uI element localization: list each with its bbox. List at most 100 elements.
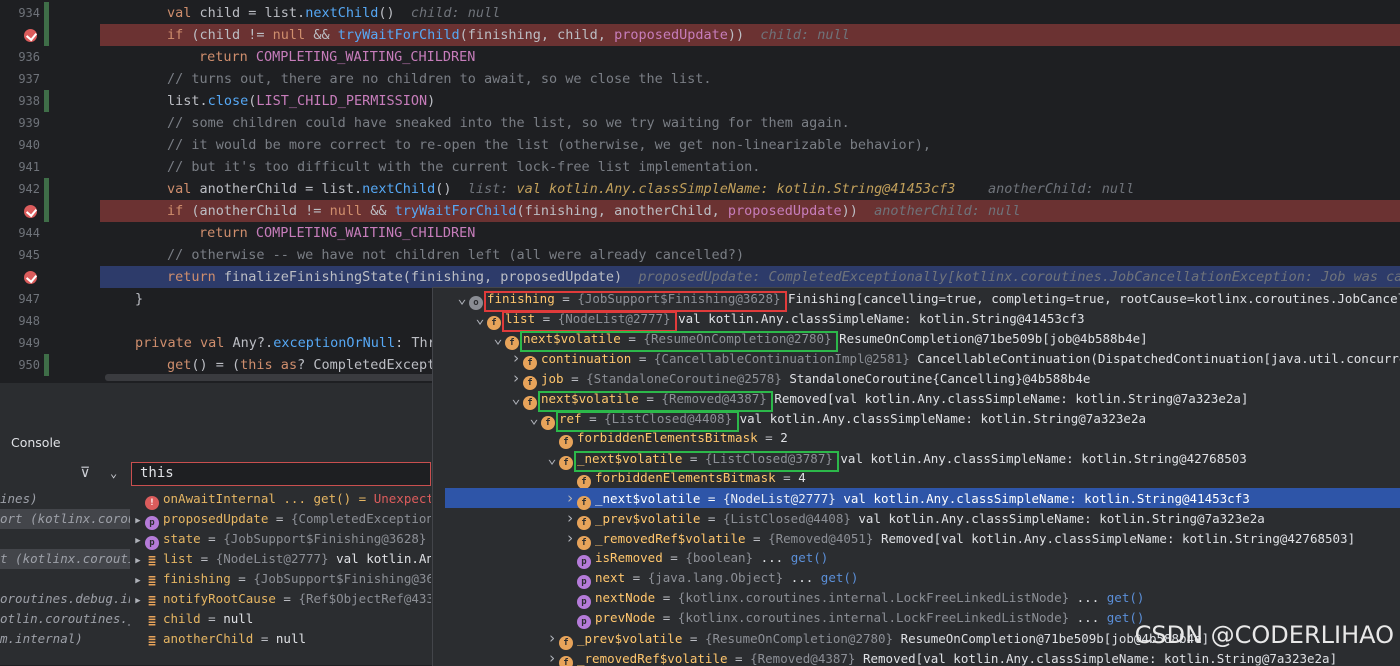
chevron-right-icon[interactable]: › xyxy=(545,648,559,666)
variable-row[interactable]: ▶ p state = {JobSupport$Finishing@3628} F xyxy=(131,529,431,551)
code-text[interactable]: get() = (this as? CompletedExcept xyxy=(167,357,435,373)
code-line[interactable]: 945 // otherwise -- we have not children … xyxy=(0,244,1400,266)
tab-console[interactable]: Console xyxy=(11,435,61,450)
tree-node[interactable]: › f _next$volatile = {NodeList@2777} val k… xyxy=(445,488,1400,510)
code-line[interactable]: 944 return COMPLETING_WAITING_CHILDREN xyxy=(0,222,1400,244)
chevron-down-icon[interactable]: ⌄ xyxy=(545,448,559,468)
code-text[interactable]: return COMPLETING_WAITING_CHILDREN xyxy=(199,225,475,241)
tree-node[interactable]: p isRemoved = {boolean} ... get() xyxy=(563,548,829,569)
chevron-down-icon[interactable]: ⌄ xyxy=(473,308,487,328)
line-number[interactable]: 950 xyxy=(0,358,40,372)
variable-row[interactable]: ≣ child = null xyxy=(131,609,431,629)
chevron-right-icon[interactable]: › xyxy=(563,528,577,548)
line-number[interactable]: 942 xyxy=(0,182,40,196)
stack-frame[interactable]: m.internal) xyxy=(0,629,130,649)
code-text[interactable]: // but it's too difficult with the curre… xyxy=(167,159,760,175)
tree-node[interactable]: › f _removedRef$volatile = {Removed@4387} … xyxy=(545,648,1337,666)
chevron-down-icon[interactable]: ⌄ xyxy=(527,408,541,428)
tree-node[interactable]: › f continuation = {CancellableContinuatio… xyxy=(509,348,1400,370)
line-number[interactable]: 936 xyxy=(0,50,40,64)
code-line[interactable]: 939 // some children could have sneaked i… xyxy=(0,112,1400,134)
line-number[interactable]: 944 xyxy=(0,226,40,240)
chevron-right-icon[interactable]: › xyxy=(563,508,577,528)
line-number[interactable]: 934 xyxy=(0,6,40,20)
breakpoint-icon[interactable] xyxy=(24,271,37,284)
chevron-down-icon[interactable]: ⌄ xyxy=(491,328,505,348)
stack-frame[interactable]: ines) xyxy=(0,489,130,509)
code-line[interactable]: if (anotherChild != null && tryWaitForCh… xyxy=(0,200,1400,222)
chevron-right-icon[interactable]: › xyxy=(509,368,523,388)
evaluate-expression-input[interactable]: this xyxy=(131,462,431,486)
code-line[interactable]: 938 list.close(LIST_CHILD_PERMISSION) xyxy=(0,90,1400,112)
variable-row[interactable]: ▶ p proposedUpdate = {CompletedExceptiona xyxy=(131,509,431,531)
tree-node[interactable]: ⌄ f _next$volatile = {ListClosed@3787} val… xyxy=(545,448,1247,470)
variable-row[interactable]: ▶ ≣ list = {NodeList@2777} val kotlin.Any xyxy=(131,549,431,569)
code-text[interactable]: return finalizeFinishingState(finishing,… xyxy=(167,269,1400,285)
vcs-change-marker[interactable] xyxy=(44,354,49,376)
vcs-change-marker[interactable] xyxy=(44,90,49,112)
expand-arrow-icon[interactable]: ▶ xyxy=(131,551,145,571)
tree-node[interactable]: › f job = {StandaloneCoroutine@2578} Stand… xyxy=(509,368,1090,390)
tree-node[interactable]: f forbiddenElementsBitmask = 4 xyxy=(563,468,806,489)
tree-node[interactable]: f forbiddenElementsBitmask = 2 xyxy=(545,428,788,449)
variable-inspection-popup[interactable]: ⌄ o finishing = {JobSupport$Finishing@3628… xyxy=(432,287,1400,666)
tree-node[interactable]: › f _prev$volatile = {ListClosed@4408} val… xyxy=(563,508,1265,530)
code-line[interactable]: 942 val anotherChild = list.nextChild() l… xyxy=(0,178,1400,200)
chevron-right-icon[interactable]: › xyxy=(545,628,559,648)
horizontal-scrollbar[interactable] xyxy=(105,374,435,381)
stack-frame[interactable] xyxy=(0,529,130,549)
code-text[interactable]: return COMPLETING_WAITING_CHILDREN xyxy=(199,49,475,65)
chevron-right-icon[interactable]: › xyxy=(563,488,577,508)
expand-arrow-icon[interactable]: ▶ xyxy=(131,591,145,611)
code-line[interactable]: 936 return COMPLETING_WAITING_CHILDREN xyxy=(0,46,1400,68)
stack-frame[interactable]: t (kotlinx.corouti xyxy=(0,549,130,569)
line-number[interactable]: 947 xyxy=(0,292,40,306)
line-number[interactable]: 945 xyxy=(0,248,40,262)
line-number[interactable]: 940 xyxy=(0,138,40,152)
code-text[interactable]: if (anotherChild != null && tryWaitForCh… xyxy=(167,203,1020,219)
tree-node[interactable]: p prevNode = {kotlinx.coroutines.internal… xyxy=(563,608,1144,629)
stack-frame[interactable] xyxy=(0,569,130,589)
frames-list[interactable]: ines) ort (kotlinx.corou t (kotlinx.corout… xyxy=(0,489,130,665)
vcs-change-marker[interactable] xyxy=(44,178,49,200)
code-line[interactable]: 941 // but it's too difficult with the cu… xyxy=(0,156,1400,178)
tree-node[interactable]: p nextNode = {kotlinx.coroutines.internal… xyxy=(563,588,1145,609)
code-line[interactable]: 934 val child = list.nextChild() child: n… xyxy=(0,2,1400,24)
getter-link[interactable]: get() xyxy=(1107,590,1145,605)
variable-row[interactable]: ≣ anotherChild = null xyxy=(131,629,431,649)
getter-link[interactable]: get() xyxy=(791,550,829,565)
tree-node[interactable]: › f _removedRef$volatile = {Removed@4051} … xyxy=(563,528,1355,550)
code-text[interactable]: val child = list.nextChild() child: null xyxy=(167,5,500,21)
tree-node[interactable]: ⌄ o finishing = {JobSupport$Finishing@3628… xyxy=(455,288,1400,310)
expand-arrow-icon[interactable]: ▶ xyxy=(131,531,145,551)
getter-link[interactable]: get() xyxy=(821,570,859,585)
chevron-down-icon[interactable]: ⌄ xyxy=(509,388,523,408)
variable-row[interactable]: ▶ ≣ finishing = {JobSupport$Finishing@362 xyxy=(131,569,431,589)
variable-row[interactable]: ! onAwaitInternal ... get() = Unexpecte xyxy=(131,489,431,510)
stack-frame[interactable]: otlin.coroutines.jv xyxy=(0,609,130,629)
chevron-right-icon[interactable]: › xyxy=(509,348,523,368)
line-number[interactable]: 941 xyxy=(0,160,40,174)
line-number[interactable]: 937 xyxy=(0,72,40,86)
expand-arrow-icon[interactable]: ▶ xyxy=(131,571,145,591)
line-number[interactable]: 949 xyxy=(0,336,40,350)
line-number[interactable]: 939 xyxy=(0,116,40,130)
code-line[interactable]: return finalizeFinishingState(finishing,… xyxy=(0,266,1400,288)
code-text[interactable]: list.close(LIST_CHILD_PERMISSION) xyxy=(167,93,435,109)
tree-node[interactable]: ⌄ f next$volatile = {Removed@4387} Removed… xyxy=(509,388,1248,410)
line-number[interactable]: 938 xyxy=(0,94,40,108)
code-text[interactable]: if (child != null && tryWaitForChild(fin… xyxy=(167,27,850,43)
tree-node[interactable]: › f _prev$volatile = {ResumeOnCompletion@2… xyxy=(545,628,1209,650)
code-text[interactable]: // otherwise -- we have not children lef… xyxy=(167,247,744,263)
vcs-change-marker[interactable] xyxy=(44,200,49,222)
filter-icon[interactable]: ⊽ xyxy=(80,466,94,480)
vcs-change-marker[interactable] xyxy=(44,24,49,46)
breakpoint-icon[interactable] xyxy=(24,29,37,42)
code-text[interactable]: // it would be more correct to re-open t… xyxy=(167,137,931,153)
code-line[interactable]: if (child != null && tryWaitForChild(fin… xyxy=(0,24,1400,46)
breakpoint-icon[interactable] xyxy=(24,205,37,218)
code-line[interactable]: 937 // turns out, there are no children t… xyxy=(0,68,1400,90)
stack-frame[interactable]: oroutines.debug.int xyxy=(0,589,130,609)
code-text[interactable]: // some children could have sneaked into… xyxy=(167,115,850,131)
expand-arrow-icon[interactable]: ▶ xyxy=(131,511,145,531)
